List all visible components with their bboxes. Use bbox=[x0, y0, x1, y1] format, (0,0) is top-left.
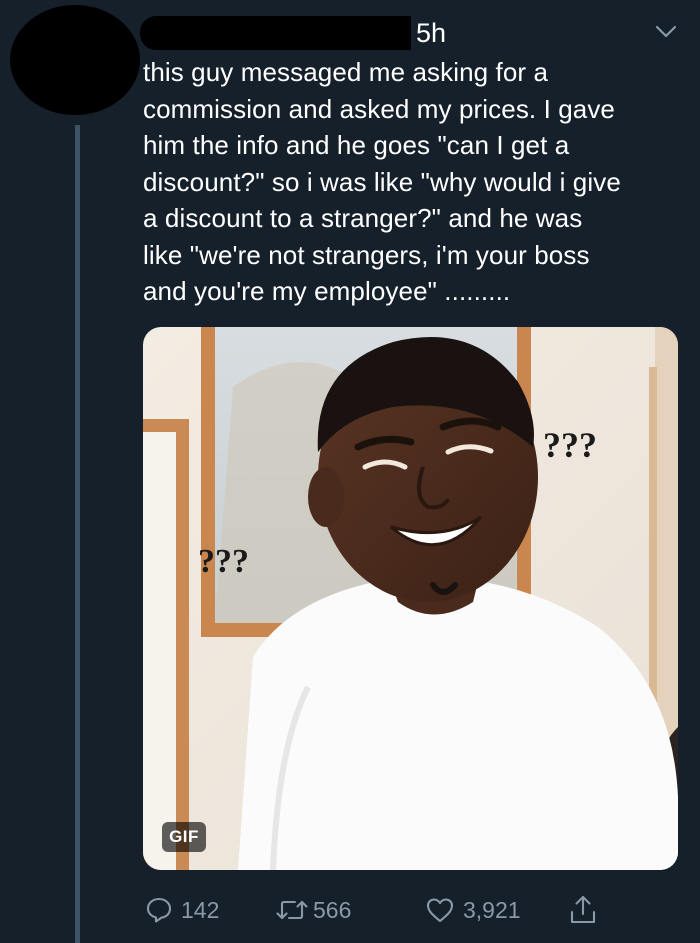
media-caption-left: ??? bbox=[198, 543, 249, 580]
chevron-down-icon[interactable] bbox=[655, 24, 677, 40]
like-icon bbox=[426, 898, 454, 923]
like-button[interactable]: 3,921 bbox=[425, 893, 521, 927]
tweet-text: this guy messaged me asking for a commis… bbox=[143, 57, 621, 306]
media-caption-right: ??? bbox=[543, 425, 597, 465]
gif-badge: GIF bbox=[162, 822, 206, 852]
retweet-icon bbox=[276, 900, 308, 920]
redaction-edge bbox=[409, 16, 411, 50]
reply-icon bbox=[146, 897, 172, 923]
avatar-redacted[interactable] bbox=[10, 5, 140, 115]
reply-button[interactable]: 142 bbox=[145, 893, 219, 927]
tweet-timestamp[interactable]: 5h bbox=[416, 18, 446, 48]
tweet-media-gif[interactable]: ??? ??? bbox=[143, 327, 678, 870]
like-count: 3,921 bbox=[463, 896, 521, 923]
retweet-button[interactable]: 566 bbox=[275, 893, 351, 927]
share-button[interactable] bbox=[568, 893, 598, 927]
retweet-count: 566 bbox=[313, 896, 352, 923]
share-icon bbox=[570, 895, 596, 924]
reply-count: 142 bbox=[181, 896, 220, 923]
author-name-redacted[interactable] bbox=[140, 16, 410, 50]
thread-line bbox=[75, 125, 80, 943]
